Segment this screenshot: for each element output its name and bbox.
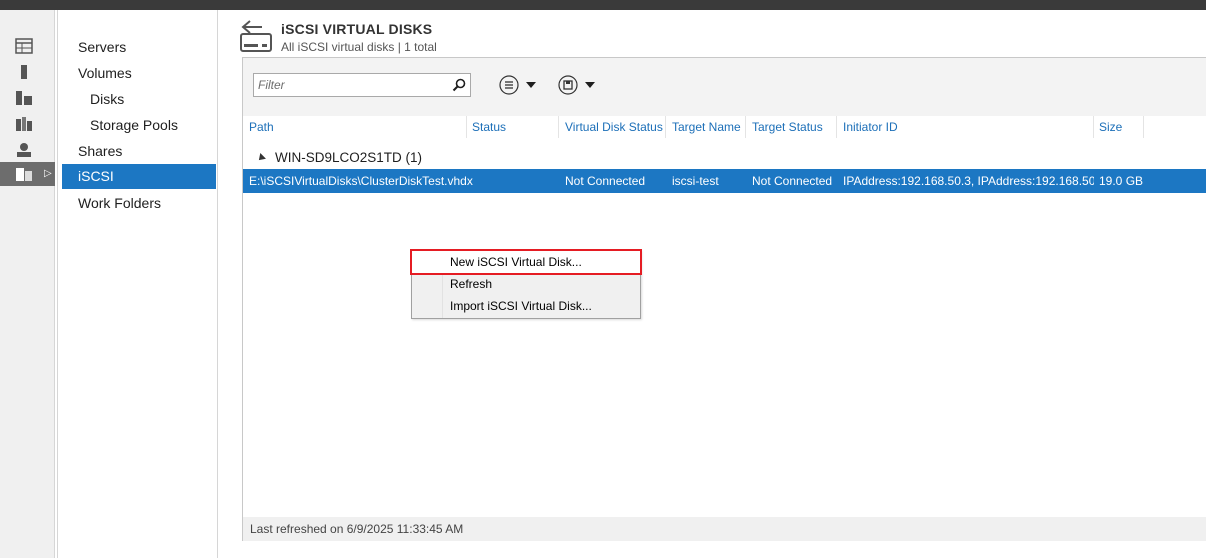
column-header-target-name[interactable]: Target Name [666, 116, 746, 138]
status-bar: Last refreshed on 6/9/2025 11:33:45 AM [243, 517, 1206, 541]
context-menu: New iSCSI Virtual Disk... Refresh Import… [410, 249, 642, 319]
nav-item-label: Disks [90, 91, 125, 107]
nav-item-label: Volumes [78, 65, 132, 81]
nav-item-shares[interactable]: Shares [62, 139, 216, 164]
menu-item-new-iscsi-virtual-disk[interactable]: New iSCSI Virtual Disk... [410, 249, 642, 275]
file-services-icon[interactable] [0, 112, 55, 136]
nav-item-label: Work Folders [78, 195, 161, 211]
nav-item-disks[interactable]: Disks [62, 87, 216, 112]
nav-item-work-folders[interactable]: Work Folders [62, 191, 216, 216]
column-header-initiator-id[interactable]: Initiator ID [837, 116, 1094, 138]
tile-toolbar [243, 58, 1206, 116]
save-icon [558, 75, 578, 95]
server-group-label: WIN-SD9LCO2S1TD (1) [275, 150, 423, 165]
cell-size: 19.0 GB [1099, 174, 1144, 188]
nav-item-label: Shares [78, 143, 123, 159]
nav-item-iscsi[interactable]: iSCSI [62, 164, 216, 189]
iscsi-virtual-disks-tile: Path Status Virtual Disk Status Target N… [242, 57, 1206, 541]
nav-item-storage-pools[interactable]: Storage Pools [62, 113, 216, 138]
main-content: iSCSI VIRTUAL DISKS All iSCSI virtual di… [218, 10, 1206, 558]
collapse-triangle-icon[interactable] [256, 153, 266, 164]
page-title: iSCSI VIRTUAL DISKS [281, 21, 433, 37]
iscsi-disk-icon [240, 20, 274, 57]
nav-item-label: iSCSI [78, 168, 114, 184]
nav-item-label: Servers [78, 39, 127, 55]
cell-target-status: Not Connected [752, 174, 833, 188]
column-header-path[interactable]: Path [243, 116, 467, 138]
column-header-row: Path Status Virtual Disk Status Target N… [243, 116, 1206, 138]
nav-item-label: Storage Pools [90, 117, 178, 133]
chevron-down-icon [585, 82, 595, 88]
column-header-virtual-disk-status[interactable]: Virtual Disk Status [559, 116, 666, 138]
page-subtitle: All iSCSI virtual disks | 1 total [281, 40, 437, 54]
column-header-target-status[interactable]: Target Status [746, 116, 837, 138]
server-group-header[interactable]: WIN-SD9LCO2S1TD (1) [256, 150, 423, 165]
storage-icon[interactable] [0, 138, 55, 162]
cell-status [466, 169, 559, 193]
menu-item-refresh[interactable]: Refresh [412, 273, 640, 295]
column-header-status[interactable]: Status [466, 116, 559, 138]
list-view-icon [499, 75, 519, 95]
table-row[interactable]: E:\iSCSIVirtualDisks\ClusterDiskTest.vhd… [243, 169, 1206, 193]
column-header-size[interactable]: Size [1093, 116, 1144, 138]
chevron-down-icon [526, 82, 536, 88]
file-storage-services-icon[interactable]: ▷ [0, 162, 55, 186]
expand-caret-icon: ▷ [44, 168, 52, 179]
menu-item-import-iscsi-virtual-disk[interactable]: Import iSCSI Virtual Disk... [412, 295, 640, 317]
filter-input[interactable] [254, 74, 444, 96]
navigation-panel: Servers Volumes Disks Storage Pools Shar… [57, 10, 218, 558]
local-server-icon[interactable] [0, 60, 55, 84]
filter-box [253, 73, 471, 97]
cell-initiator-id: IPAddress:192.168.50.3, IPAddress:192.16… [843, 174, 1094, 188]
search-icon[interactable] [452, 78, 466, 92]
all-servers-icon[interactable] [0, 86, 55, 110]
dashboard-icon[interactable] [0, 34, 55, 58]
nav-item-servers[interactable]: Servers [62, 35, 216, 60]
cell-virtual-disk-status: Not Connected [565, 174, 646, 188]
last-refreshed-text: Last refreshed on 6/9/2025 11:33:45 AM [250, 522, 464, 536]
server-manager-icon-rail: ▷ [0, 10, 55, 558]
cell-target-name: iscsi-test [672, 174, 719, 188]
title-bar [0, 0, 1206, 10]
nav-item-volumes[interactable]: Volumes [62, 61, 216, 86]
